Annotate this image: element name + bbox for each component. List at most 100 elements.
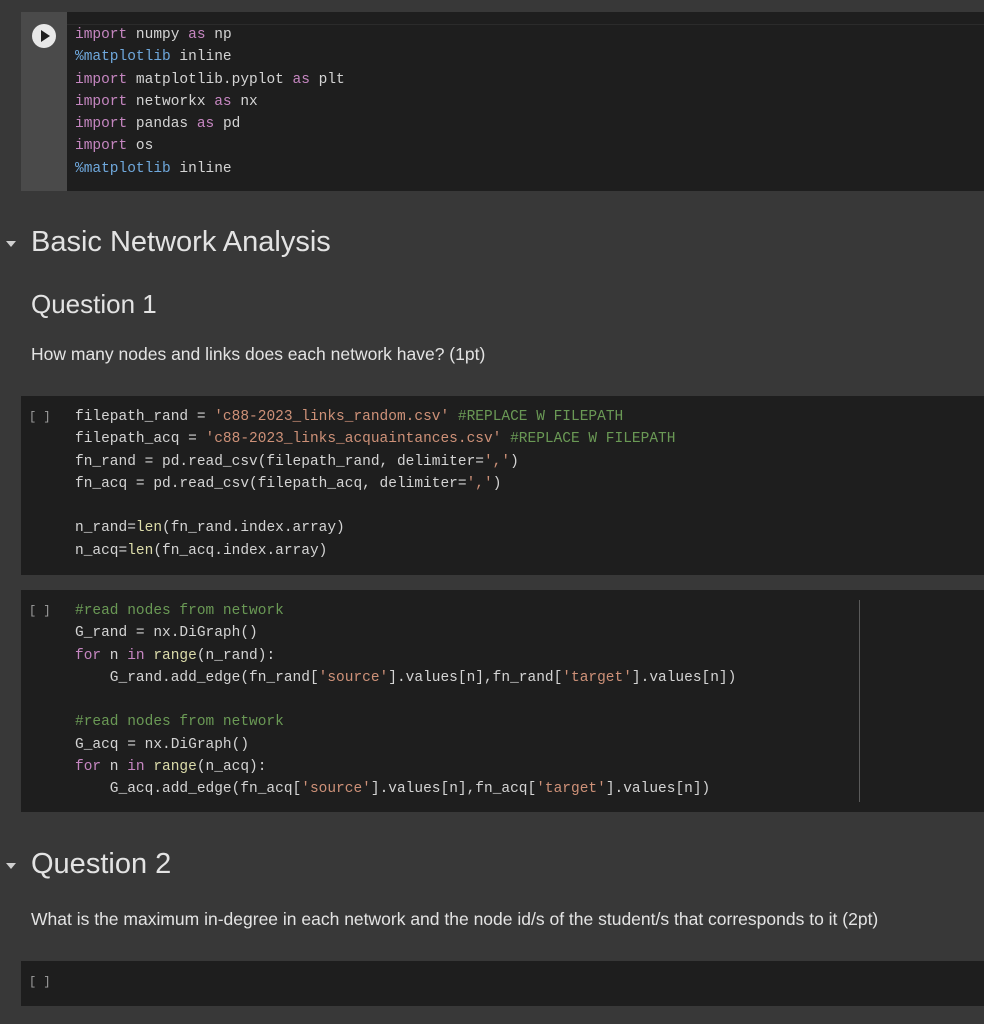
- code-cell-read-csv[interactable]: [ ] filepath_rand = 'c88-2023_links_rand…: [21, 396, 984, 575]
- code-line: import networkx as nx: [75, 94, 258, 110]
- code-token-cm: #read nodes from network: [75, 714, 284, 731]
- code-token: plt: [309, 71, 345, 88]
- code-line: import matplotlib.pyplot as plt: [75, 72, 345, 88]
- code-token-kw: import: [75, 116, 128, 133]
- code-line: import os: [75, 138, 153, 154]
- code-line: fn_rand = pd.read_csv(filepath_rand, del…: [75, 454, 519, 470]
- code-line: G_rand.add_edge(fn_rand['source'].values…: [75, 669, 737, 686]
- ruler-line: [859, 600, 860, 802]
- code-token-magic: %matplotlib: [75, 160, 171, 177]
- code-token: n_rand=: [75, 520, 136, 537]
- code-line: filepath_rand = 'c88-2023_links_random.c…: [75, 409, 623, 425]
- code-token: n_acq=: [75, 542, 128, 559]
- code-token: (n_acq):: [196, 759, 267, 776]
- code-token: nx: [231, 93, 258, 110]
- code-token: filepath_acq =: [75, 431, 206, 448]
- code-token: matplotlib.pyplot: [127, 71, 293, 88]
- code-token-kw: for: [75, 759, 102, 776]
- code-token-cm: #REPLACE W FILEPATH: [457, 409, 624, 425]
- code-token-kw: import: [75, 93, 128, 110]
- collapse-section-icon[interactable]: [6, 241, 16, 247]
- code-token-fn: range: [153, 759, 197, 776]
- code-token: n: [101, 759, 128, 776]
- code-token-str: ',': [466, 475, 493, 492]
- run-cell-button[interactable]: [32, 24, 56, 48]
- code-cell-build-graph[interactable]: [ ] #read nodes from network G_rand = nx…: [21, 590, 984, 812]
- code-editor[interactable]: #read nodes from network G_rand = nx.DiG…: [75, 600, 736, 801]
- code-token: ].values[n]): [605, 781, 711, 798]
- question-2-text: What is the maximum in-degree in each ne…: [31, 909, 879, 929]
- code-token: ].values[n],fn_acq[: [370, 781, 537, 798]
- code-token-str: 'source': [318, 669, 389, 686]
- code-cell-empty[interactable]: [ ]: [21, 961, 984, 1006]
- code-token: n: [101, 647, 128, 664]
- execution-count[interactable]: [ ]: [29, 604, 51, 618]
- code-line: filepath_acq = 'c88-2023_links_acquainta…: [75, 431, 675, 447]
- code-token-str: 'c88-2023_links_random.csv': [214, 409, 450, 425]
- code-line: fn_acq = pd.read_csv(filepath_acq, delim…: [75, 476, 501, 492]
- code-token-fn: len: [127, 542, 154, 559]
- code-token-kw: as: [214, 93, 232, 110]
- code-line: G_rand = nx.DiGraph(): [75, 625, 258, 641]
- code-token: fn_acq = pd.read_csv(filepath_acq, delim…: [75, 475, 467, 492]
- code-token-kw: as: [292, 71, 310, 88]
- code-token-str: 'target': [536, 781, 606, 798]
- question-1-heading: Question 1: [31, 289, 157, 319]
- code-token: (n_rand):: [196, 647, 276, 664]
- code-line: #read nodes from network: [75, 603, 284, 619]
- code-line: #read nodes from network: [75, 714, 284, 730]
- code-token: ): [492, 475, 502, 492]
- code-token-kw: for: [75, 647, 102, 664]
- code-line: G_acq = nx.DiGraph(): [75, 737, 249, 753]
- code-token-kw: as: [188, 27, 206, 43]
- code-token-kw: import: [75, 27, 128, 43]
- code-token: G_rand.add_edge(fn_rand[: [75, 669, 319, 686]
- question-1-text: How many nodes and links does each netwo…: [31, 344, 486, 364]
- code-token: pandas: [127, 116, 197, 133]
- code-token-cm: #read nodes from network: [75, 603, 284, 619]
- code-line: n_acq=len(fn_acq.index.array): [75, 543, 327, 559]
- execution-count[interactable]: [ ]: [29, 410, 51, 424]
- code-token: G_rand = nx.DiGraph(): [75, 625, 258, 642]
- code-line: %matplotlib inline: [75, 161, 232, 177]
- code-token: filepath_rand =: [75, 409, 215, 425]
- top-bar: [0, 0, 984, 12]
- execution-count[interactable]: [ ]: [29, 975, 51, 989]
- code-token-kw: import: [75, 138, 128, 155]
- code-line: for n in range(n_rand):: [75, 648, 275, 664]
- code-token: ].values[n]): [631, 669, 737, 686]
- code-token: (fn_rand.index.array): [162, 520, 345, 537]
- code-token-str: 'c88-2023_links_acquaintances.csv': [205, 431, 502, 448]
- code-token: fn_rand = pd.read_csv(filepath_rand, del…: [75, 453, 484, 470]
- code-editor[interactable]: import numpy as np %matplotlib inline im…: [75, 24, 345, 180]
- code-token: os: [127, 138, 154, 155]
- code-token-fn: len: [135, 520, 163, 537]
- collapse-section-icon[interactable]: [6, 863, 16, 869]
- code-cell-imports[interactable]: import numpy as np %matplotlib inline im…: [21, 12, 984, 191]
- code-line: import pandas as pd: [75, 116, 240, 132]
- code-token: ): [510, 453, 519, 470]
- code-token-kw: in: [127, 759, 145, 776]
- code-token-kw: import: [75, 71, 128, 88]
- code-token-cm: #REPLACE W FILEPATH: [510, 431, 676, 448]
- code-line: %matplotlib inline: [75, 49, 232, 65]
- code-token: inline: [170, 49, 232, 66]
- code-token: inline: [170, 160, 232, 177]
- code-token: numpy: [127, 27, 189, 43]
- code-token-kw: in: [127, 647, 145, 664]
- code-editor[interactable]: filepath_rand = 'c88-2023_links_random.c…: [75, 406, 675, 562]
- code-token: np: [205, 27, 232, 43]
- code-token: ].values[n],fn_rand[: [388, 669, 563, 686]
- code-line: G_acq.add_edge(fn_acq['source'].values[n…: [75, 781, 710, 797]
- code-token-kw: as: [196, 116, 215, 133]
- code-token: pd: [214, 116, 241, 133]
- code-token: (fn_acq.index.array): [153, 542, 328, 559]
- code-line: for n in range(n_acq):: [75, 759, 266, 775]
- code-token: networkx: [127, 93, 215, 110]
- question-2-heading: Question 2: [31, 848, 172, 880]
- section-heading: Basic Network Analysis: [31, 226, 331, 258]
- code-line: import numpy as np: [75, 27, 232, 43]
- code-token-str: 'source': [301, 781, 371, 798]
